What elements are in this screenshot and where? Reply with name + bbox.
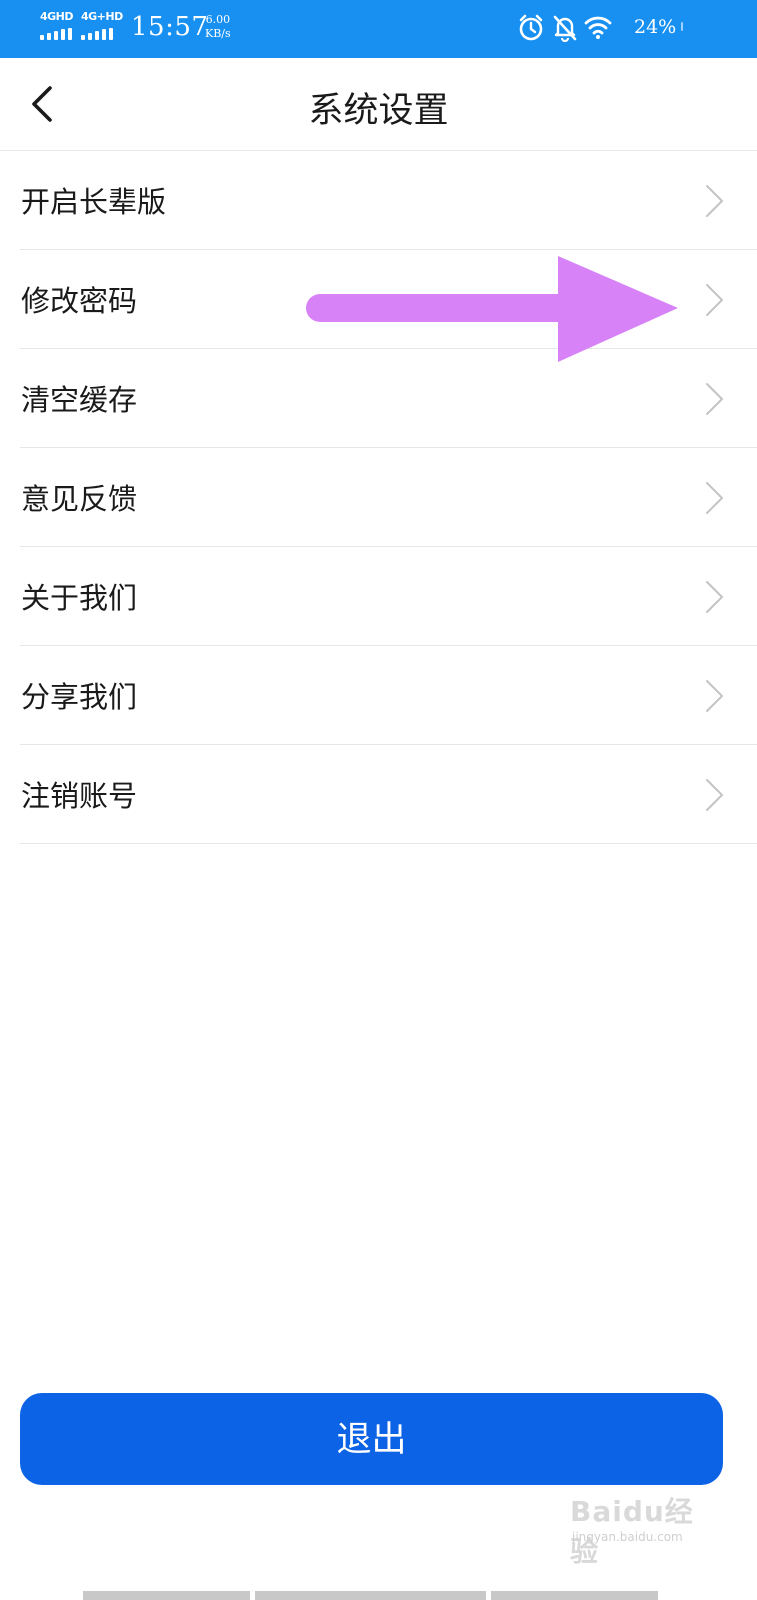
speed-unit: KB/s (205, 27, 231, 40)
page-title: 系统设置 (308, 91, 449, 131)
chevron-right-icon (706, 680, 723, 712)
alarm-icon (519, 14, 543, 41)
mute-bell-icon (553, 15, 577, 42)
list-item-label: 开启长辈版 (21, 185, 167, 219)
network-type-1: 4GHD (40, 10, 74, 23)
clock: 15:57 (131, 12, 209, 42)
list-item-label: 分享我们 (21, 680, 138, 714)
signal-bars-1-icon (40, 28, 74, 40)
watermark: Baidu经验 jingyan.baidu.com (570, 1490, 720, 1568)
chevron-right-icon (706, 779, 723, 811)
chevron-right-icon (706, 284, 723, 316)
list-item-about-us[interactable]: 关于我们 (20, 547, 757, 646)
list-item-label: 关于我们 (21, 581, 138, 615)
battery-level: 24% (634, 16, 677, 38)
settings-list: 开启长辈版 修改密码 清空缓存 意见反馈 关于我们 分享我们 注销账号 (20, 151, 757, 844)
network-type-2: 4G+HD (81, 10, 123, 23)
list-item-label: 意见反馈 (21, 482, 138, 516)
logout-button[interactable]: 退出 (20, 1393, 723, 1485)
charging-indicator (681, 22, 683, 31)
list-item-feedback[interactable]: 意见反馈 (20, 448, 757, 547)
list-item-clear-cache[interactable]: 清空缓存 (20, 349, 757, 448)
status-bar: 4GHD 4G+HD 15:57 6.00 KB/s 24% (0, 0, 757, 58)
watermark-url: jingyan.baidu.com (572, 1530, 683, 1544)
list-item-label: 注销账号 (21, 779, 138, 813)
chevron-right-icon (706, 581, 723, 613)
list-item-label: 清空缓存 (21, 383, 138, 417)
signal-bars-2-icon (81, 28, 115, 40)
chevron-right-icon (706, 482, 723, 514)
network-speed: 6.00 KB/s (205, 13, 231, 41)
list-item-delete-account[interactable]: 注销账号 (20, 745, 757, 844)
wifi-icon (584, 16, 612, 39)
nav-indicator-right (491, 1591, 658, 1600)
signal-1: 4GHD (40, 10, 76, 42)
speed-value: 6.00 (205, 13, 231, 26)
chevron-right-icon (706, 383, 723, 415)
list-item-elder-mode[interactable]: 开启长辈版 (20, 151, 757, 250)
chevron-right-icon (706, 185, 723, 217)
list-item-share-us[interactable]: 分享我们 (20, 646, 757, 745)
nav-indicator-center (255, 1591, 486, 1600)
nav-indicator-left (83, 1591, 250, 1600)
annotation-arrow-icon (306, 256, 678, 362)
list-item-label: 修改密码 (21, 284, 138, 318)
signal-2: 4G+HD (81, 10, 123, 42)
header: 系统设置 (0, 58, 757, 151)
